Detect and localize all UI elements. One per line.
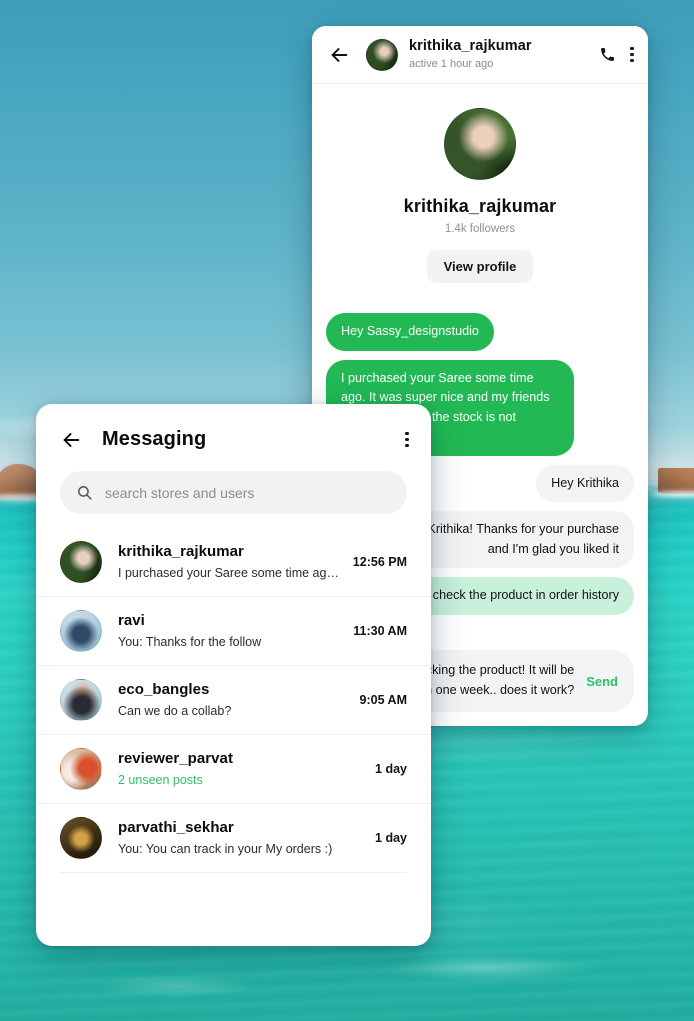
search-input[interactable] [105, 484, 391, 501]
back-arrow-icon[interactable] [60, 429, 82, 451]
conversation-text: krithika_rajkumar I purchased your Saree… [118, 543, 341, 582]
avatar [60, 541, 102, 583]
profile-avatar[interactable] [444, 108, 516, 180]
conversation-timestamp: 9:05 AM [359, 693, 407, 707]
chat-header-actions [599, 46, 634, 64]
messaging-header: Messaging [36, 404, 431, 451]
page-title: Messaging [102, 428, 207, 450]
search-bar[interactable] [60, 471, 407, 514]
message-bubble-incoming: Hey Sassy_designstudio [326, 313, 494, 351]
conversation-preview: Can we do a collab? [118, 704, 232, 719]
conversation-timestamp: 12:56 PM [352, 555, 407, 569]
rocky-island-right [658, 468, 694, 494]
conversation-text: ravi You: Thanks for the follow [118, 612, 341, 651]
conversation-list: krithika_rajkumar I purchased your Saree… [36, 528, 431, 873]
list-bottom-divider [60, 872, 407, 873]
conversation-text: parvathi_sekhar You: You can track in yo… [118, 819, 363, 858]
avatar [60, 748, 102, 790]
water-foam-patch [380, 955, 590, 981]
conversation-timestamp: 11:30 AM [353, 624, 407, 638]
avatar [60, 679, 102, 721]
kebab-dot [630, 46, 634, 50]
kebab-dot [405, 437, 409, 442]
chat-header-avatar[interactable] [366, 38, 398, 71]
phone-icon[interactable] [599, 46, 616, 63]
back-arrow-icon[interactable] [328, 44, 350, 66]
conversation-item-ravi[interactable]: ravi You: Thanks for the follow 11:30 AM [36, 596, 431, 665]
conversation-name: reviewer_parvat [118, 749, 233, 767]
conversation-timestamp: 1 day [375, 762, 407, 776]
send-button[interactable]: Send [586, 674, 618, 689]
message-bubble-outgoing: Hey Krithika [536, 464, 634, 503]
avatar [60, 610, 102, 652]
chat-contact-name: krithika_rajkumar [409, 38, 532, 55]
conversation-item-krithika-rajkumar[interactable]: krithika_rajkumar I purchased your Saree… [36, 528, 431, 596]
conversation-item-eco-bangles[interactable]: eco_bangles Can we do a collab? 9:05 AM [36, 665, 431, 734]
conversation-preview: You: Thanks for the follow [118, 635, 262, 650]
conversation-name: krithika_rajkumar [118, 542, 244, 560]
water-foam-patch-secondary [95, 975, 255, 997]
kebab-menu-icon[interactable] [405, 431, 409, 449]
kebab-dot [630, 59, 634, 63]
profile-name: krithika_rajkumar [403, 196, 557, 216]
kebab-dot [405, 431, 409, 435]
kebab-dot [630, 52, 634, 57]
unseen-posts-badge: 2 unseen posts [118, 773, 203, 788]
conversation-item-reviewer-parvat[interactable]: reviewer_parvat 2 unseen posts 1 day [36, 734, 431, 803]
messaging-panel: Messaging krithika_rajkumar I purchased … [36, 404, 431, 946]
conversation-name: ravi [118, 611, 145, 629]
conversation-text: reviewer_parvat 2 unseen posts [118, 750, 363, 789]
chat-header: krithika_rajkumar active 1 hour ago [312, 26, 648, 84]
search-icon [78, 486, 92, 500]
view-profile-button[interactable]: View profile [426, 250, 534, 283]
conversation-item-parvathi-sekhar[interactable]: parvathi_sekhar You: You can track in yo… [36, 803, 431, 872]
conversation-name: parvathi_sekhar [118, 818, 234, 836]
screenshot-root: krithika_rajkumar active 1 hour ago krit… [0, 0, 694, 1021]
chat-header-text: krithika_rajkumar active 1 hour ago [409, 38, 599, 71]
kebab-menu-icon[interactable] [630, 46, 634, 64]
conversation-text: eco_bangles Can we do a collab? [118, 681, 348, 720]
avatar [60, 817, 102, 859]
chat-contact-status: active 1 hour ago [409, 57, 494, 70]
conversation-preview: You: You can track in your My orders :) [118, 842, 333, 857]
conversation-preview: I purchased your Saree some time ago. It… [118, 566, 341, 581]
profile-followers-count: 1.4k followers [444, 223, 516, 235]
message-row: Hey Sassy_designstudio [326, 313, 634, 351]
conversation-name: eco_bangles [118, 680, 210, 698]
kebab-dot [405, 444, 409, 448]
chat-profile-block: krithika_rajkumar 1.4k followers View pr… [312, 84, 648, 299]
conversation-timestamp: 1 day [375, 831, 407, 845]
